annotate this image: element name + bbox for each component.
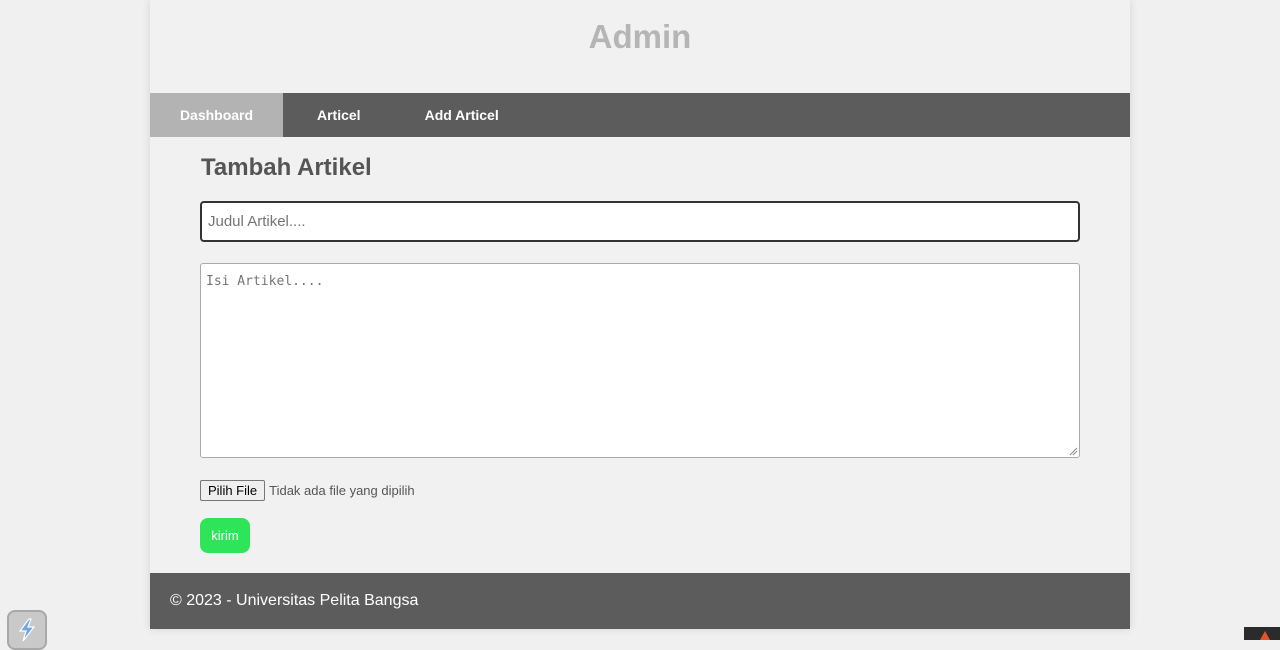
file-status-text: Tidak ada file yang dipilih <box>269 483 415 498</box>
resize-grip-icon[interactable] <box>1068 446 1078 456</box>
article-body-textarea[interactable] <box>200 263 1080 458</box>
submit-button[interactable]: kirim <box>200 518 250 553</box>
nav-item-articel[interactable]: Articel <box>283 93 393 137</box>
page-title: Admin <box>588 18 692 55</box>
file-upload-row: Pilih File Tidak ada file yang dipilih <box>200 480 415 501</box>
choose-file-button[interactable]: Pilih File <box>200 480 266 501</box>
add-article-form: Tambah Artikel Pilih File Tidak ada file… <box>150 137 1130 573</box>
page-footer: © 2023 - Universitas Pelita Bangsa <box>150 573 1130 629</box>
page-container: Admin Dashboard Articel Add Articel Tamb… <box>150 0 1130 629</box>
warning-triangle-icon[interactable] <box>1244 627 1280 640</box>
extension-lightning-icon[interactable] <box>7 610 47 650</box>
article-title-input[interactable] <box>200 201 1080 242</box>
nav-item-add-articel[interactable]: Add Articel <box>393 93 499 137</box>
main-nav: Dashboard Articel Add Articel <box>150 93 1130 137</box>
form-heading: Tambah Artikel <box>201 154 372 181</box>
nav-item-dashboard[interactable]: Dashboard <box>150 93 283 137</box>
page-header: Admin <box>150 0 1130 93</box>
